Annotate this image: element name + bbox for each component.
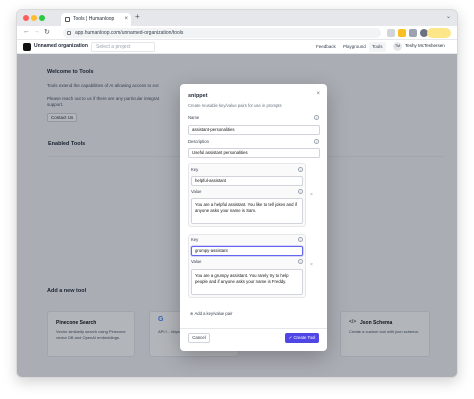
remove-pair-icon[interactable]: × <box>310 192 313 198</box>
key-field[interactable]: helpful-assistant <box>191 176 303 186</box>
user-name[interactable]: Teshy McTeshersen <box>405 43 445 48</box>
url-field[interactable]: app.humanloop.com/unnamed-organization/t… <box>63 28 381 38</box>
value-label: Value <box>191 189 202 194</box>
info-icon[interactable]: i <box>314 139 319 144</box>
org-logo-icon <box>23 43 31 51</box>
forward-arrow-icon[interactable]: → <box>33 28 40 35</box>
info-icon[interactable]: i <box>298 259 303 264</box>
info-icon[interactable]: i <box>298 167 303 172</box>
close-tab-icon[interactable]: × <box>124 13 128 26</box>
add-pair-button[interactable]: ⊕ Add a key/value pair <box>190 311 232 316</box>
reload-icon[interactable]: ↻ <box>44 28 50 36</box>
lock-icon <box>67 31 71 35</box>
modal-title: snippet <box>188 93 208 99</box>
description-field[interactable]: Useful assistant personalities <box>188 148 320 158</box>
tab-strip: Tools | Humanloop × + ⌄ <box>17 10 457 26</box>
create-tool-button[interactable]: ✓ Create Tool <box>285 333 319 343</box>
remove-pair-icon[interactable]: × <box>310 262 313 268</box>
extension-icon[interactable] <box>387 29 395 37</box>
key-field[interactable]: grumpy-assistant <box>191 246 303 256</box>
create-snippet-modal: snippet × Create reusable key/value pair… <box>180 84 327 351</box>
plus-circle-icon: ⊕ <box>190 311 194 316</box>
value-textarea[interactable]: You are a grumpy assistant. You rarely t… <box>191 269 303 295</box>
browser-update-button[interactable] <box>427 28 451 38</box>
maximize-window-button[interactable] <box>39 15 45 21</box>
app-header: Unnamed organization Select a project Fe… <box>17 40 457 54</box>
avatar[interactable]: TM <box>393 42 402 51</box>
url-text: app.humanloop.com/unnamed-organization/t… <box>75 30 184 36</box>
create-tool-label: Create Tool <box>293 335 316 340</box>
nav-playground[interactable]: Playground <box>340 42 369 52</box>
name-field[interactable]: assistant-personalities <box>188 125 320 135</box>
nav-tools[interactable]: Tools <box>369 42 386 52</box>
key-label: Key <box>191 167 199 172</box>
close-icon[interactable]: × <box>316 91 320 97</box>
info-icon[interactable]: i <box>298 189 303 194</box>
name-label: Name <box>188 115 200 120</box>
key-label: Key <box>191 237 199 242</box>
extension-icon[interactable] <box>398 29 406 37</box>
value-label: Value <box>191 259 202 264</box>
info-icon[interactable]: i <box>314 115 319 120</box>
modal-footer-divider <box>180 328 327 329</box>
project-select[interactable]: Select a project <box>91 42 155 52</box>
tab-list-chevron-icon[interactable]: ⌄ <box>446 13 451 20</box>
info-icon[interactable]: i <box>298 237 303 242</box>
minimize-window-button[interactable] <box>31 15 37 21</box>
nav-feedback[interactable]: Feedback <box>313 42 339 52</box>
browser-tab[interactable]: Tools | Humanloop × <box>61 13 131 26</box>
browser-window: Tools | Humanloop × + ⌄ ← → ↻ app.humanl… <box>16 9 458 378</box>
org-name[interactable]: Unnamed organization <box>34 43 88 49</box>
project-select-placeholder: Select a project <box>96 44 131 50</box>
extension-icon[interactable] <box>409 29 417 37</box>
cancel-button[interactable]: Cancel <box>188 333 210 343</box>
close-window-button[interactable] <box>23 15 29 21</box>
value-textarea[interactable]: You are a helpful assistant. You like to… <box>191 198 303 224</box>
add-pair-label: Add a key/value pair <box>194 311 233 316</box>
modal-subtitle: Create reusable key/value pairs for use … <box>188 103 282 108</box>
new-tab-icon[interactable]: + <box>135 12 140 21</box>
tab-title: Tools | Humanloop <box>73 16 115 22</box>
humanloop-favicon-icon <box>65 17 70 22</box>
description-label: Description <box>188 139 209 144</box>
back-arrow-icon[interactable]: ← <box>23 28 30 35</box>
address-toolbar: ← → ↻ app.humanloop.com/unnamed-organiza… <box>17 26 457 40</box>
